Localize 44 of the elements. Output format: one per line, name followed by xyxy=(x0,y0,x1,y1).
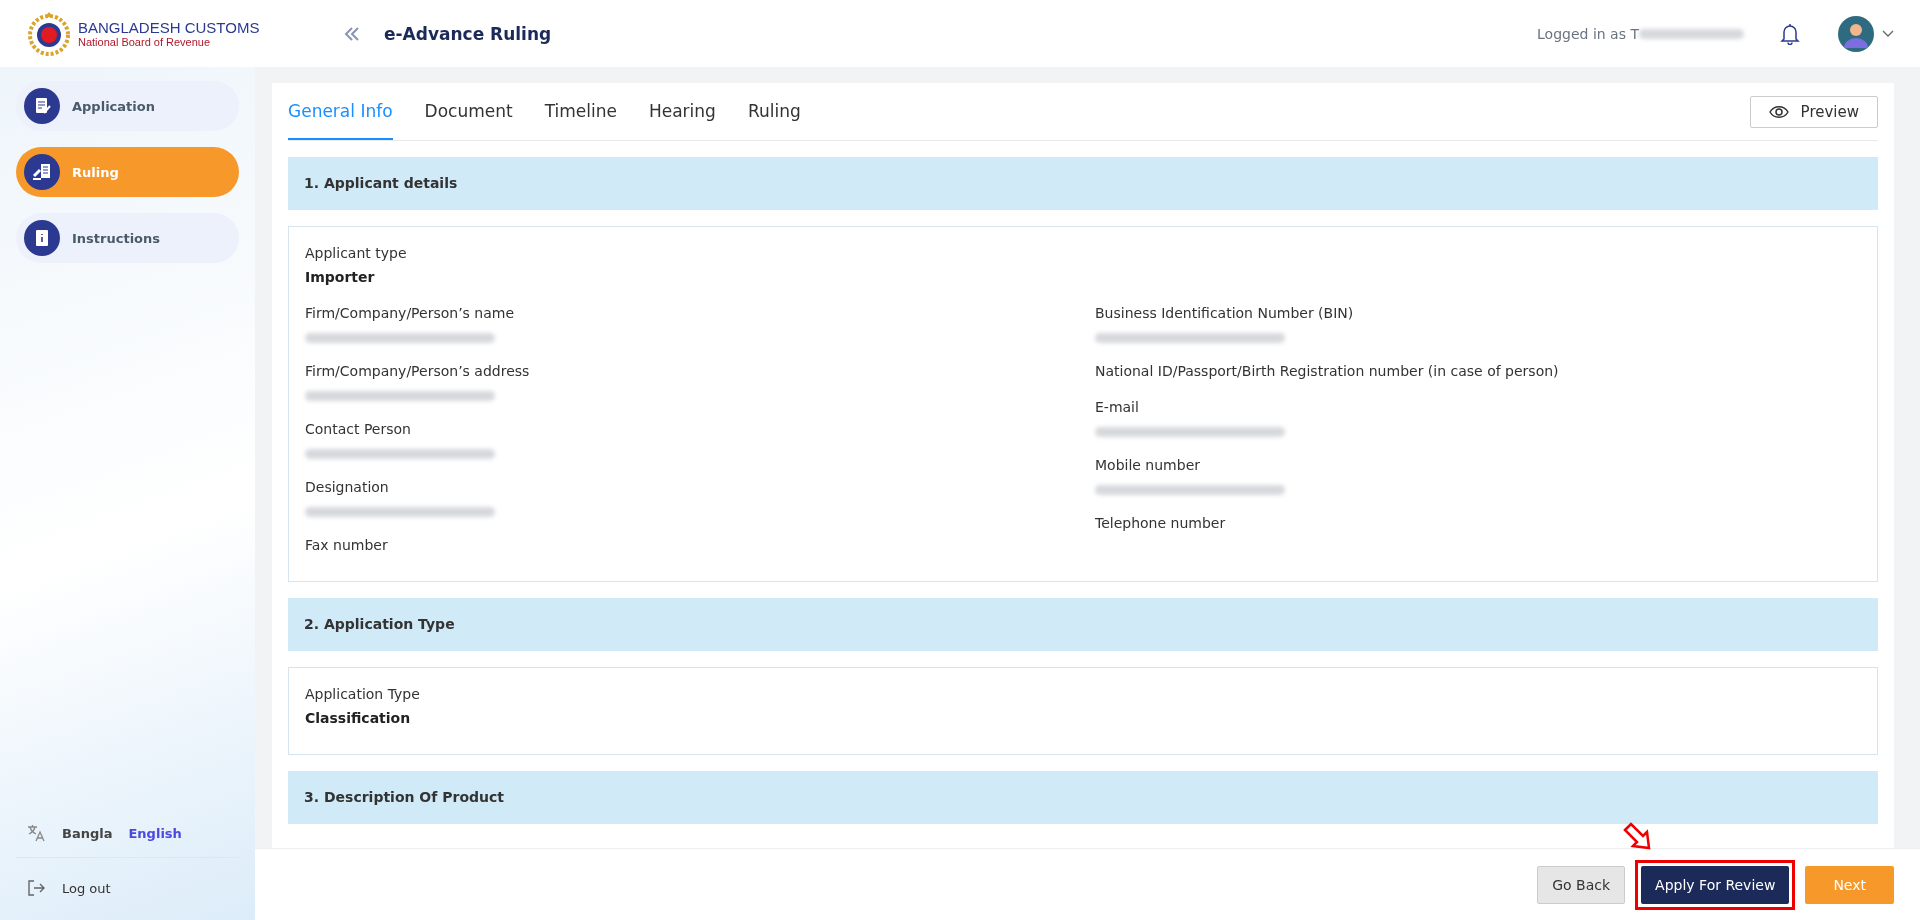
tab[interactable]: Document xyxy=(424,83,513,140)
field-label: Applicant type xyxy=(305,245,408,261)
field-label: Contact Person xyxy=(305,421,412,437)
language-option[interactable]: English xyxy=(128,825,182,841)
logged-in-label: Logged in as T xyxy=(1537,25,1639,42)
tab[interactable]: Timeline xyxy=(544,83,617,140)
emblem-icon xyxy=(26,10,72,57)
section-header: 3. Description Of Product xyxy=(288,771,1878,824)
gavel-icon xyxy=(24,154,60,190)
field-value: Classification xyxy=(305,710,412,726)
sidebar-item[interactable]: Application xyxy=(16,81,239,131)
field-label: Firm/Company/Person’s name xyxy=(305,305,516,321)
field-label: National ID/Passport/Birth Registration number (in case of person) xyxy=(1095,363,1560,379)
field-label: E-mail xyxy=(1095,399,1140,415)
field-value: Importer xyxy=(305,269,376,285)
section-header: 1. Applicant details xyxy=(288,157,1878,210)
logo-title: BANGLADESH CUSTOMS xyxy=(78,19,260,36)
go-back-button[interactable]: Go Back xyxy=(1537,865,1626,904)
translate-icon xyxy=(26,823,46,843)
logout-link[interactable]: Log out xyxy=(62,880,111,896)
logout-icon[interactable] xyxy=(26,878,46,898)
notification-bell-icon[interactable] xyxy=(1780,22,1800,45)
language-option[interactable]: Bangla xyxy=(62,825,113,841)
document-pen-icon xyxy=(24,88,60,124)
tab[interactable]: Ruling xyxy=(747,83,801,140)
field-label: Telephone number xyxy=(1095,515,1227,531)
apply-for-review-button[interactable]: Apply For Review xyxy=(1641,865,1790,904)
avatar-icon[interactable] xyxy=(1838,15,1874,52)
dropdown-caret-icon[interactable] xyxy=(1882,29,1894,38)
field-label: Fax number xyxy=(305,537,389,553)
field-label: Mobile number xyxy=(1095,457,1201,473)
preview-button[interactable]: Preview xyxy=(1749,95,1878,128)
book-icon xyxy=(24,220,60,256)
tab[interactable]: Hearing xyxy=(648,83,716,140)
sidebar-item[interactable]: Instructions xyxy=(16,213,239,263)
logo-subtitle: National Board of Revenue xyxy=(78,36,212,48)
field-label: Designation xyxy=(305,479,390,495)
field-label: Application Type xyxy=(305,686,421,702)
field-label: Firm/Company/Person’s address xyxy=(305,363,531,379)
section-header: 2. Application Type xyxy=(288,598,1878,651)
collapse-icon[interactable] xyxy=(344,26,360,41)
page-title: e-Advance Ruling xyxy=(384,23,552,44)
eye-icon xyxy=(1768,104,1789,119)
field-label: Business Identification Number (BIN) xyxy=(1095,305,1355,321)
